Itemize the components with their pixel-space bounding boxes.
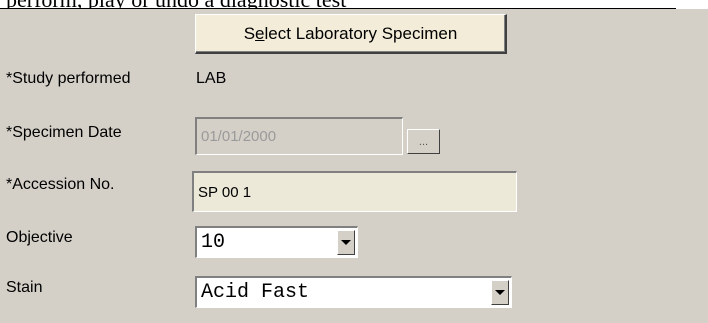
study-performed-value: LAB bbox=[196, 70, 227, 87]
date-picker-button[interactable]: ... bbox=[407, 129, 440, 154]
objective-dropdown-button[interactable] bbox=[337, 230, 355, 255]
accession-no-value: SP 00 1 bbox=[198, 183, 252, 201]
specimen-date-label: *Specimen Date bbox=[6, 124, 122, 141]
select-button-label: Select Laboratory Specimen bbox=[243, 23, 458, 43]
chevron-down-icon bbox=[495, 289, 505, 295]
specimen-date-field[interactable]: 01/01/2000 bbox=[195, 117, 403, 155]
date-picker-button-label: ... bbox=[418, 135, 429, 148]
stain-value: Acid Fast bbox=[201, 281, 310, 304]
select-laboratory-specimen-button[interactable]: Select Laboratory Specimen bbox=[195, 14, 507, 54]
stain-dropdown-button[interactable] bbox=[491, 280, 509, 305]
objective-label: Objective bbox=[6, 229, 73, 246]
study-performed-label: *Study performed bbox=[6, 70, 131, 87]
stain-select[interactable]: Acid Fast bbox=[195, 276, 512, 308]
objective-value: 10 bbox=[201, 231, 226, 254]
accession-no-label: *Accession No. bbox=[6, 176, 115, 193]
accession-no-field[interactable]: SP 00 1 bbox=[192, 171, 517, 212]
objective-select[interactable]: 10 bbox=[195, 226, 358, 258]
stain-label: Stain bbox=[6, 279, 43, 296]
top-strip: perform, play or undo a diagnostic test bbox=[0, 0, 708, 9]
divider bbox=[0, 8, 676, 9]
specimen-date-value: 01/01/2000 bbox=[201, 128, 277, 145]
chevron-down-icon bbox=[341, 239, 351, 245]
